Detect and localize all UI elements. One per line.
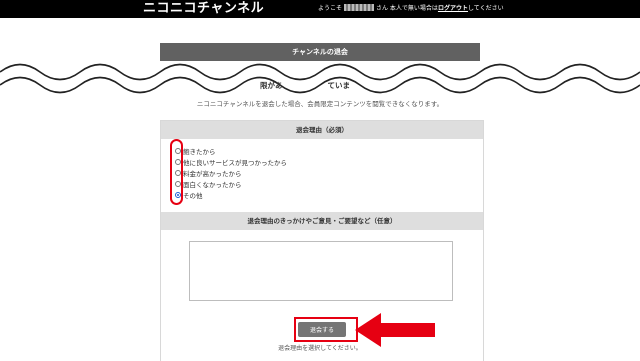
withdraw-notice: ニコニコチャンネルを退会した場合、会員限定コンテンツを閲覧できなくなります。 xyxy=(196,100,444,108)
partial-heading: 限があ ていま xyxy=(260,81,350,90)
select-reason-hint: 退会理由を選択してください。 xyxy=(278,345,362,352)
welcome-prefix: ようこそ xyxy=(318,5,343,12)
reason-section-header: 退会理由（必須） xyxy=(161,121,483,139)
reason-label: 料金が高かったから xyxy=(183,169,242,178)
torn-edge-wave xyxy=(0,63,640,94)
top-bar: ニコニコチャンネル ようこそ さん 本人で無い場合はログアウトしてください xyxy=(0,0,640,18)
welcome-suffix: してください xyxy=(467,5,504,12)
reason-option[interactable]: 面白くなかったから xyxy=(175,178,242,189)
withdraw-button[interactable]: 退会する xyxy=(298,322,346,337)
welcome-message: ようこそ さん 本人で無い場合はログアウトしてください xyxy=(318,4,504,14)
comment-textarea[interactable] xyxy=(189,241,453,301)
welcome-mid: さん 本人で無い場合は xyxy=(376,5,438,12)
reason-label: その他 xyxy=(183,191,203,200)
comment-section-header: 退会理由のきっかけやご意見・ご要望など（任意） xyxy=(161,212,483,230)
reason-option[interactable]: 料金が高かったから xyxy=(175,167,242,178)
reason-label: 他に良いサービスが見つかったから xyxy=(183,158,287,167)
reason-label: 飽きたから xyxy=(183,147,216,156)
reason-option[interactable]: 他に良いサービスが見つかったから xyxy=(175,156,287,167)
blurred-username xyxy=(344,4,375,11)
logout-link[interactable]: ログアウト xyxy=(438,5,468,12)
niconico-channel-logo[interactable]: ニコニコチャンネル xyxy=(143,1,264,17)
reason-label: 面白くなかったから xyxy=(183,180,242,189)
highlight-oval xyxy=(170,139,183,205)
